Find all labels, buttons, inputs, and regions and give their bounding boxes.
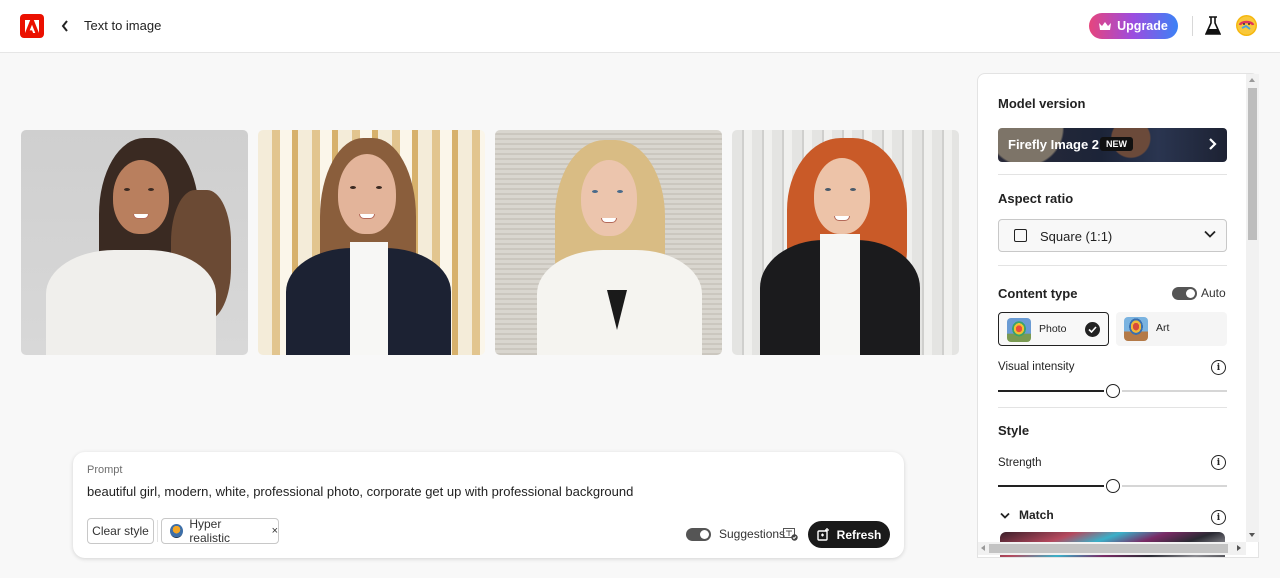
- content-type-title: Content type: [998, 286, 1078, 301]
- match-label: Match: [1019, 508, 1054, 522]
- slider-fill: [998, 485, 1104, 487]
- checkmark-icon: [1085, 322, 1100, 337]
- text-check-icon: [783, 528, 798, 541]
- content-type-label: Photo: [1039, 323, 1067, 335]
- strength-label: Strength: [998, 457, 1042, 469]
- visual-intensity-label: Visual intensity: [998, 361, 1075, 373]
- settings-horizontal-scrollbar[interactable]: [978, 542, 1246, 555]
- labs-button[interactable]: [1204, 16, 1222, 36]
- chevron-down-icon: [1000, 512, 1010, 519]
- refresh-sparkle-icon: [816, 528, 829, 541]
- suggestions-label: Suggestions: [719, 527, 786, 541]
- scroll-up-icon[interactable]: [1249, 78, 1255, 82]
- style-tag-hyper-realistic[interactable]: Hyper realistic ×: [161, 517, 279, 545]
- prompt-label: Prompt: [87, 464, 123, 476]
- image-gallery: [21, 130, 959, 355]
- scroll-left-icon[interactable]: [981, 545, 985, 551]
- generated-image-3[interactable]: [495, 130, 722, 355]
- prompt-input[interactable]: [87, 484, 867, 499]
- auto-label: Auto: [1201, 286, 1226, 300]
- clear-style-button[interactable]: Clear style: [87, 518, 154, 544]
- settings-panel: Model version Firefly Image 2 NEW Aspect…: [977, 73, 1259, 558]
- info-icon[interactable]: i: [1211, 360, 1226, 375]
- settings-vertical-scrollbar[interactable]: [1246, 74, 1259, 542]
- scroll-down-icon[interactable]: [1249, 533, 1255, 537]
- scrollbar-thumb[interactable]: [989, 544, 1228, 553]
- slider-handle[interactable]: [1106, 384, 1120, 398]
- slider-track: [1122, 390, 1227, 392]
- page-title: Text to image: [84, 18, 162, 33]
- chevron-left-icon: [61, 20, 68, 32]
- remove-tag-icon[interactable]: ×: [272, 525, 278, 537]
- info-icon[interactable]: i: [1211, 510, 1226, 525]
- visual-intensity-slider[interactable]: [998, 384, 1227, 398]
- slider-track: [1122, 485, 1227, 487]
- suggestions-settings-button[interactable]: [783, 528, 798, 541]
- content-type-art[interactable]: Art: [1116, 312, 1227, 346]
- flask-icon: [1204, 16, 1222, 35]
- header-divider: [1192, 16, 1193, 36]
- suggestions-toggle[interactable]: [686, 528, 711, 541]
- style-thumbnail-icon: [170, 524, 184, 538]
- aspect-ratio-title: Aspect ratio: [998, 191, 1074, 206]
- square-ratio-icon: [1014, 229, 1027, 242]
- refresh-label: Refresh: [836, 527, 882, 542]
- user-avatar[interactable]: [1236, 15, 1257, 36]
- scrollbar-thumb[interactable]: [1248, 88, 1257, 240]
- content-type-photo[interactable]: Photo: [998, 312, 1109, 346]
- info-icon[interactable]: i: [1211, 455, 1226, 470]
- upgrade-button[interactable]: Upgrade: [1089, 13, 1178, 39]
- divider: [998, 265, 1227, 266]
- chevron-down-icon: [1204, 230, 1216, 238]
- upgrade-label: Upgrade: [1117, 19, 1168, 33]
- generated-image-2[interactable]: [258, 130, 485, 355]
- art-thumbnail-icon: [1124, 317, 1148, 341]
- style-title: Style: [998, 423, 1030, 438]
- top-header: Text to image Upgrade: [0, 0, 1280, 53]
- refresh-button[interactable]: Refresh: [808, 521, 890, 548]
- photo-thumbnail-icon: [1007, 318, 1031, 342]
- divider: [998, 407, 1227, 408]
- generated-image-4[interactable]: [732, 130, 959, 355]
- aspect-ratio-select[interactable]: Square (1:1): [998, 219, 1227, 252]
- slider-handle[interactable]: [1106, 479, 1120, 493]
- new-badge: NEW: [1100, 137, 1133, 151]
- generated-image-1[interactable]: [21, 130, 248, 355]
- tag-divider: [157, 520, 158, 542]
- strength-slider[interactable]: [998, 479, 1227, 493]
- content-type-label: Art: [1156, 322, 1170, 334]
- style-tag-label: Hyper realistic: [189, 517, 230, 545]
- chevron-right-icon: [1209, 138, 1217, 150]
- crown-icon: [1099, 22, 1112, 30]
- aspect-ratio-value: Square (1:1): [1040, 229, 1113, 244]
- back-button[interactable]: [58, 17, 72, 35]
- scroll-right-icon[interactable]: [1237, 545, 1241, 551]
- model-version-button[interactable]: Firefly Image 2 NEW: [998, 128, 1227, 162]
- adobe-logo-icon[interactable]: [20, 14, 44, 38]
- match-section-toggle[interactable]: Match: [1000, 508, 1054, 522]
- model-version-value: Firefly Image 2: [1008, 137, 1100, 152]
- divider: [998, 174, 1227, 175]
- model-version-title: Model version: [998, 96, 1086, 111]
- auto-toggle[interactable]: [1172, 287, 1197, 300]
- slider-fill: [998, 390, 1104, 392]
- prompt-panel: Prompt Clear style Hyper realistic × Sug…: [73, 452, 904, 558]
